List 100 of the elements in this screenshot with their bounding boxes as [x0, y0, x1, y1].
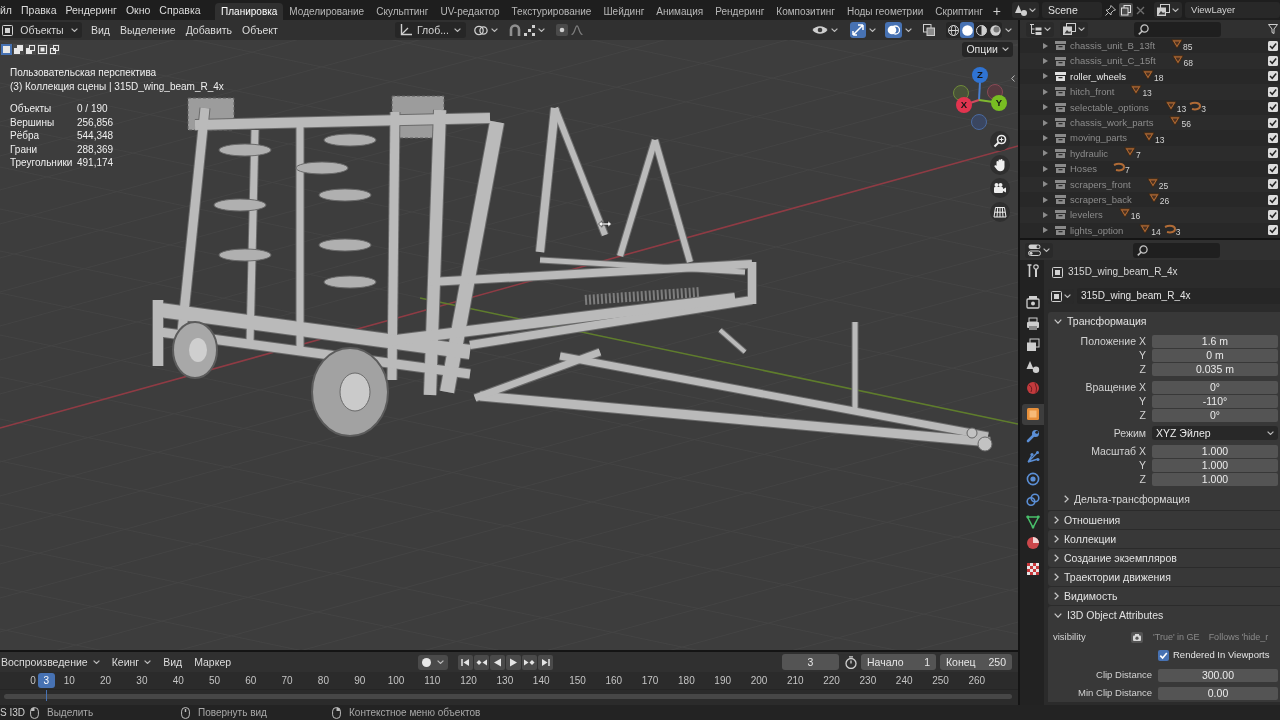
close-icon[interactable]	[1136, 5, 1145, 15]
expand-arrow-icon[interactable]	[1043, 135, 1048, 142]
object-name-field[interactable]: 315D_wing_beam_R_4x	[1077, 288, 1280, 304]
expand-arrow-icon[interactable]	[1043, 150, 1048, 157]
workspace-tab[interactable]: Анимация	[650, 3, 710, 20]
number-field[interactable]: 1.000	[1152, 458, 1278, 472]
panel-header[interactable]: Отношения	[1048, 511, 1280, 529]
scene-browse-button[interactable]	[1012, 2, 1039, 18]
shading-mode-button[interactable]	[974, 22, 988, 38]
menu-item[interactable]: Правка	[16, 0, 61, 20]
caret-icon[interactable]	[869, 28, 876, 32]
outliner-row[interactable]: scrapers_front 25	[1020, 176, 1280, 192]
workspace-tab[interactable]: Скульптинг	[370, 3, 435, 20]
expand-arrow-icon[interactable]	[1043, 88, 1048, 95]
expand-arrow-icon[interactable]	[1043, 227, 1048, 234]
orientation-dropdown[interactable]: Глоб...	[395, 22, 466, 38]
outliner-row[interactable]: chassis_unit_B_13ft 85	[1020, 38, 1280, 54]
add-workspace-button[interactable]: +	[988, 3, 1005, 20]
playhead[interactable]: 3	[37, 673, 55, 688]
number-field[interactable]: -110°	[1152, 394, 1278, 408]
expand-arrow-icon[interactable]	[1043, 42, 1048, 49]
checkbox[interactable]	[1268, 148, 1278, 159]
number-field[interactable]: 0.035 m	[1152, 362, 1278, 376]
number-field[interactable]: 0°	[1152, 408, 1278, 422]
skip-start-icon[interactable]	[458, 654, 473, 670]
number-field[interactable]: 0 m	[1152, 348, 1278, 362]
current-frame-field[interactable]: 3	[782, 654, 839, 670]
menu-item[interactable]: Вид	[86, 20, 115, 40]
axis-handle[interactable]: Y	[991, 95, 1007, 111]
expand-arrow-icon[interactable]	[1043, 181, 1048, 188]
number-field[interactable]: 1.000	[1152, 472, 1278, 486]
expand-arrow-icon[interactable]	[1043, 58, 1048, 65]
outliner-row[interactable]: selectable_options 13 3	[1020, 99, 1280, 115]
zoom-icon[interactable]	[990, 131, 1010, 151]
checkbox[interactable]	[1268, 102, 1278, 113]
subpanel-header[interactable]: Дельта-трансформация	[1048, 490, 1278, 508]
number-field[interactable]: 1.000	[1152, 444, 1278, 458]
stopwatch-icon[interactable]	[845, 655, 857, 669]
number-field[interactable]: 0.00	[1158, 686, 1278, 700]
search-field[interactable]	[1134, 21, 1221, 37]
overlays-toggle[interactable]	[885, 22, 902, 38]
checkbox[interactable]	[1268, 71, 1278, 82]
select-mode-button[interactable]	[13, 43, 24, 55]
expand-arrow-icon[interactable]	[1043, 165, 1048, 172]
skip-end-icon[interactable]	[538, 654, 553, 670]
hand-icon[interactable]	[990, 154, 1010, 175]
outliner-row[interactable]: chassis_work_parts 56	[1020, 114, 1280, 131]
checkbox[interactable]	[1268, 40, 1278, 51]
end-frame-field[interactable]: Конец 250	[940, 654, 1012, 670]
view-layer-browse-button[interactable]	[1154, 2, 1182, 18]
mode-dropdown[interactable]: Объекты	[0, 22, 82, 38]
search-field[interactable]	[1133, 242, 1220, 258]
menu-item[interactable]: Объект	[237, 20, 283, 40]
dropdown[interactable]: XYZ Эйлер	[1152, 426, 1278, 440]
scene-field[interactable]: Scene	[1042, 2, 1102, 18]
panel-header[interactable]: Коллекции	[1048, 530, 1280, 548]
start-frame-field[interactable]: Начало 1	[861, 654, 936, 670]
chevron-left-icon[interactable]	[1011, 75, 1015, 82]
outliner-row[interactable]: Hoses 7	[1020, 161, 1280, 177]
pin-icon[interactable]	[1105, 4, 1116, 16]
workspace-tab[interactable]: Шейдинг	[597, 3, 651, 20]
select-mode-button[interactable]	[25, 43, 36, 55]
view-layer-field[interactable]: ViewLayer	[1185, 2, 1280, 18]
outliner-row[interactable]: hydraulic 7	[1020, 145, 1280, 162]
workspace-tab[interactable]: Ноды геометрии	[840, 3, 930, 20]
display-mode-button[interactable]	[1026, 21, 1054, 37]
panel-header[interactable]: Трансформация	[1048, 312, 1280, 330]
gizmos-toggle[interactable]	[850, 22, 866, 38]
checkbox[interactable]	[1268, 133, 1278, 144]
movie-camera-icon[interactable]	[990, 178, 1010, 198]
number-field[interactable]: 0°	[1152, 380, 1278, 394]
play-reverse-icon[interactable]	[490, 654, 505, 670]
checkbox[interactable]	[1268, 86, 1278, 97]
menu-item[interactable]: Выделение	[115, 20, 181, 40]
menu-item[interactable]: Окно	[121, 0, 155, 20]
caret-icon[interactable]	[1005, 28, 1012, 32]
outliner-row[interactable]: chassis_unit_C_15ft 68	[1020, 53, 1280, 69]
grid-icon[interactable]	[990, 201, 1010, 222]
select-mode-button[interactable]	[1, 43, 12, 55]
expand-arrow-icon[interactable]	[1043, 196, 1048, 203]
panel-header[interactable]: Создание экземпляров	[1048, 549, 1280, 567]
scrollbar[interactable]	[4, 694, 1012, 699]
checkbox[interactable]	[1268, 163, 1278, 174]
axis-handle[interactable]: Z	[972, 67, 988, 83]
workspace-tab[interactable]: Моделирование	[283, 3, 371, 20]
expand-arrow-icon[interactable]	[1043, 119, 1048, 126]
menu-item[interactable]: Рендеринг	[60, 0, 122, 20]
caret-icon[interactable]	[905, 28, 912, 32]
menu-item[interactable]: Вид	[157, 652, 189, 672]
workspace-tab[interactable]: Рендеринг	[709, 3, 771, 20]
outliner-row[interactable]: roller_wheels 18	[1020, 68, 1280, 85]
number-field[interactable]: 300.00	[1158, 668, 1278, 682]
axis-handle[interactable]: X	[956, 97, 972, 113]
outliner-row[interactable]: lights_option 14 3	[1020, 222, 1280, 238]
select-mode-button[interactable]	[37, 43, 48, 55]
camera-icon[interactable]	[1131, 631, 1143, 643]
outliner-row[interactable]: moving_parts 13	[1020, 130, 1280, 146]
expand-arrow-icon[interactable]	[1043, 73, 1048, 80]
play-icon[interactable]	[506, 654, 521, 670]
properties-tab[interactable]	[1022, 403, 1044, 425]
